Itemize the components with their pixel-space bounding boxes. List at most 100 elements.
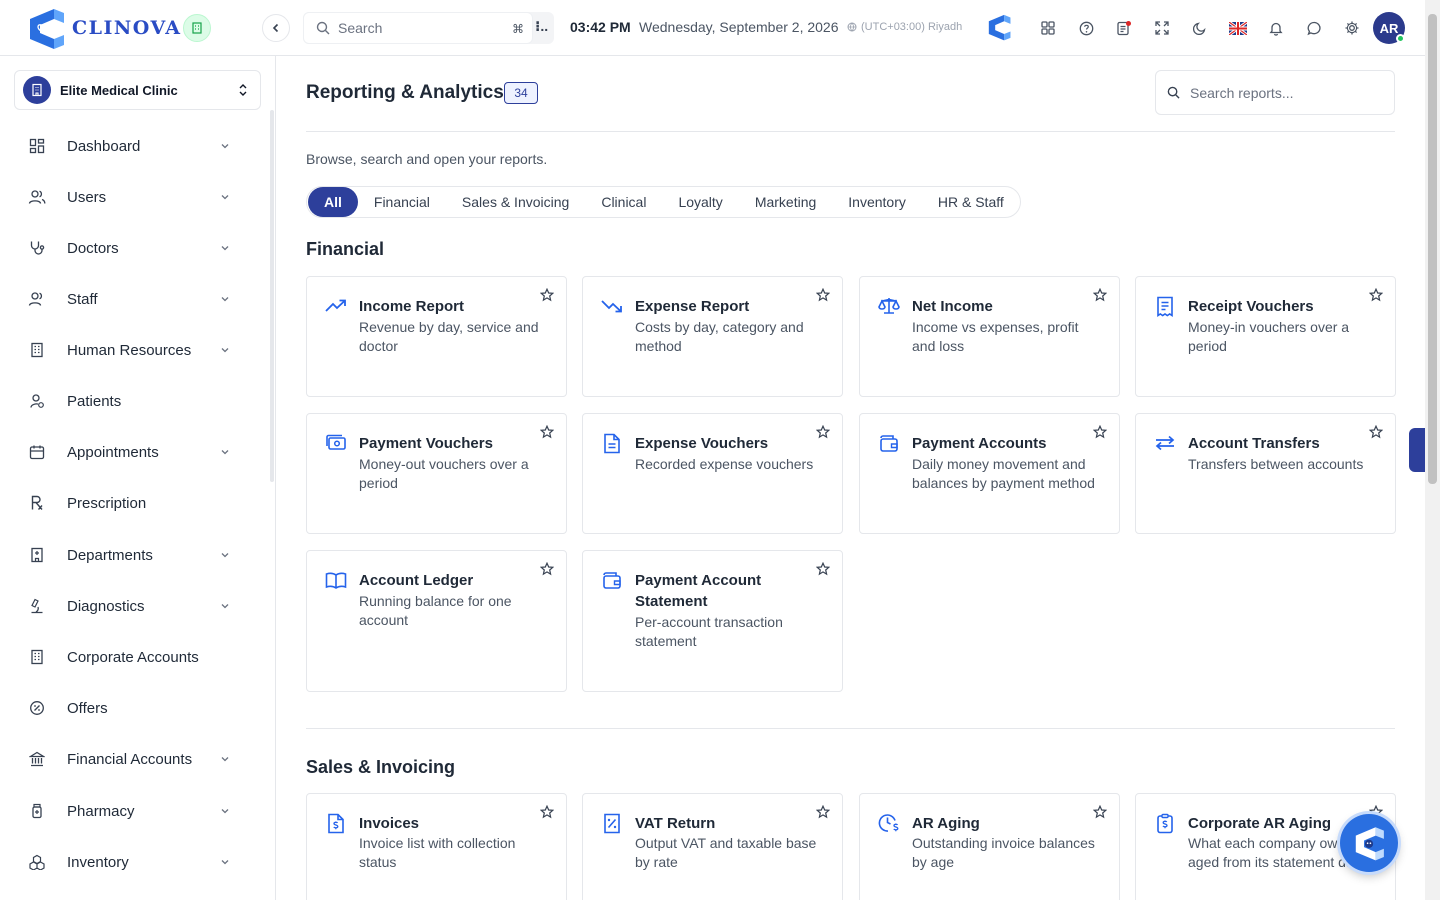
report-card-title: Account Transfers	[1188, 435, 1320, 452]
tab-all[interactable]: All	[308, 187, 358, 217]
star-icon[interactable]	[816, 805, 830, 819]
page-title: Reporting & Analytics	[306, 82, 504, 103]
sidebar-item-label: Financial Accounts	[67, 750, 193, 768]
star-icon[interactable]	[816, 288, 830, 302]
star-icon[interactable]	[1369, 425, 1383, 439]
sidebar-item-departments[interactable]: Departments	[24, 537, 244, 573]
report-card-vat-return[interactable]: VAT Return Output VAT and taxable base b…	[582, 793, 843, 900]
scrollbar-thumb[interactable]	[1428, 14, 1437, 484]
brand-logo[interactable]: CLINOVA	[24, 5, 181, 51]
sidebar-item-diagnostics[interactable]: Diagnostics	[24, 588, 244, 624]
sidebar-item-patients[interactable]: Patients	[24, 383, 244, 419]
star-icon[interactable]	[1369, 288, 1383, 302]
report-card-desc: Output VAT and taxable base by rate	[635, 835, 817, 870]
dashboard-icon	[24, 133, 50, 159]
report-card-payment-account-statement[interactable]: Payment Account Statement Per-account tr…	[582, 550, 843, 692]
clinic-selector[interactable]: Elite Medical Clinic	[14, 70, 261, 110]
sidebar-item-corporate-accounts[interactable]: Corporate Accounts	[24, 639, 244, 675]
sidebar-item-pharmacy[interactable]: Pharmacy	[24, 793, 244, 829]
report-card-expense[interactable]: Expense Report Costs by day, category an…	[582, 276, 843, 397]
report-card-receipt-vouchers[interactable]: Receipt Vouchers Money-in vouchers over …	[1135, 276, 1396, 397]
sidebar-item-dashboard[interactable]: Dashboard	[24, 128, 244, 164]
sidebar-item-label: Patients	[67, 392, 122, 410]
tab-loyalty[interactable]: Loyalty	[662, 187, 738, 217]
side-panel-toggle[interactable]	[1409, 428, 1425, 472]
sidebar-item-human-resources[interactable]: Human Resources	[24, 332, 244, 368]
report-card-payment-vouchers[interactable]: Payment Vouchers Money-out vouchers over…	[306, 413, 567, 534]
notes-icon[interactable]	[1112, 16, 1136, 40]
star-icon[interactable]	[540, 425, 554, 439]
search-more-button[interactable]: ⁝..	[535, 18, 548, 35]
tab-hr-staff[interactable]: HR & Staff	[922, 187, 1020, 217]
clinic-status-icon[interactable]	[183, 14, 211, 42]
report-card-account-transfers[interactable]: Account Transfers Transfers between acco…	[1135, 413, 1396, 534]
fullscreen-icon[interactable]	[1150, 16, 1174, 40]
chevron-down-icon	[221, 297, 229, 302]
bell-icon[interactable]	[1264, 16, 1288, 40]
report-card-title: Account Ledger	[359, 572, 474, 589]
collapse-sidebar-button[interactable]	[262, 14, 290, 42]
report-card-desc: Income vs expenses, profit and loss	[912, 319, 1079, 354]
tab-financial[interactable]: Financial	[358, 187, 446, 217]
report-card-desc: Invoice list with collection status	[359, 835, 516, 870]
report-card-payment-accounts[interactable]: Payment Accounts Daily money movement an…	[859, 413, 1120, 534]
star-icon[interactable]	[540, 288, 554, 302]
dark-mode-icon[interactable]	[1188, 16, 1212, 40]
sidebar-item-doctors[interactable]: Doctors	[24, 230, 244, 266]
chevron-down-icon	[221, 860, 229, 865]
star-icon[interactable]	[1093, 288, 1107, 302]
star-icon[interactable]	[816, 562, 830, 576]
sidebar-item-label: Human Resources	[67, 341, 192, 359]
sidebar-item-inventory[interactable]: Inventory	[24, 844, 244, 880]
sidebar-item-label: Offers	[67, 699, 108, 717]
wallet-icon	[877, 431, 901, 455]
report-search-input[interactable]	[1190, 84, 1380, 101]
star-icon[interactable]	[816, 425, 830, 439]
apps-grid-icon[interactable]	[1036, 16, 1060, 40]
globe-icon	[847, 22, 857, 32]
tab-inventory[interactable]: Inventory	[832, 187, 922, 217]
chat-icon[interactable]	[1302, 16, 1326, 40]
assistant-chat-button[interactable]	[1340, 814, 1398, 872]
tab-sales-invoicing[interactable]: Sales & Invoicing	[446, 187, 585, 217]
help-icon[interactable]	[1074, 16, 1098, 40]
settings-gear-icon[interactable]	[1340, 16, 1364, 40]
report-card-ar-aging[interactable]: AR Aging Outstanding invoice balances by…	[859, 793, 1120, 900]
uk-flag-icon[interactable]	[1226, 16, 1250, 40]
tab-marketing[interactable]: Marketing	[739, 187, 832, 217]
sidebar-item-label: Doctors	[67, 239, 119, 257]
staff-icon	[24, 286, 50, 312]
star-icon[interactable]	[540, 805, 554, 819]
sidebar-item-staff[interactable]: Staff	[24, 281, 244, 317]
report-card-account-ledger[interactable]: Account Ledger Running balance for one a…	[306, 550, 567, 692]
report-card-invoices[interactable]: Invoices Invoice list with collection st…	[306, 793, 567, 900]
sidebar-item-users[interactable]: Users	[24, 179, 244, 215]
report-card-income[interactable]: Income Report Revenue by day, service an…	[306, 276, 567, 397]
star-icon[interactable]	[540, 562, 554, 576]
page-subtitle: Browse, search and open your reports.	[306, 151, 548, 167]
report-card-title: Receipt Vouchers	[1188, 298, 1314, 315]
invoice-icon	[324, 811, 348, 835]
sidebar-item-offers[interactable]: Offers	[24, 690, 244, 726]
tab-clinical[interactable]: Clinical	[585, 187, 662, 217]
users-icon	[24, 184, 50, 210]
sidebar-item-appointments[interactable]: Appointments	[24, 434, 244, 470]
sidebar-item-label: Pharmacy	[67, 802, 135, 820]
chevron-down-icon	[221, 757, 229, 762]
page-scrollbar[interactable]	[1425, 0, 1440, 900]
sidebar-scrollbar[interactable]	[270, 110, 274, 482]
report-card-desc: Running balance for one account	[359, 593, 512, 628]
category-tabs: All Financial Sales & Invoicing Clinical…	[306, 186, 1021, 218]
sidebar-item-prescription[interactable]: Prescription	[24, 485, 244, 521]
star-icon[interactable]	[1093, 805, 1107, 819]
star-icon[interactable]	[1093, 425, 1107, 439]
chevron-down-icon	[221, 553, 229, 558]
sidebar-item-financial-accounts[interactable]: Financial Accounts	[24, 741, 244, 777]
section-divider	[306, 728, 1395, 729]
report-card-expense-vouchers[interactable]: Expense Vouchers Recorded expense vouche…	[582, 413, 843, 534]
stethoscope-icon	[24, 235, 50, 261]
brand-app-icon[interactable]	[984, 12, 1014, 42]
report-card-net-income[interactable]: Net Income Income vs expenses, profit an…	[859, 276, 1120, 397]
global-search-input[interactable]	[338, 20, 488, 36]
rx-icon	[24, 490, 50, 516]
